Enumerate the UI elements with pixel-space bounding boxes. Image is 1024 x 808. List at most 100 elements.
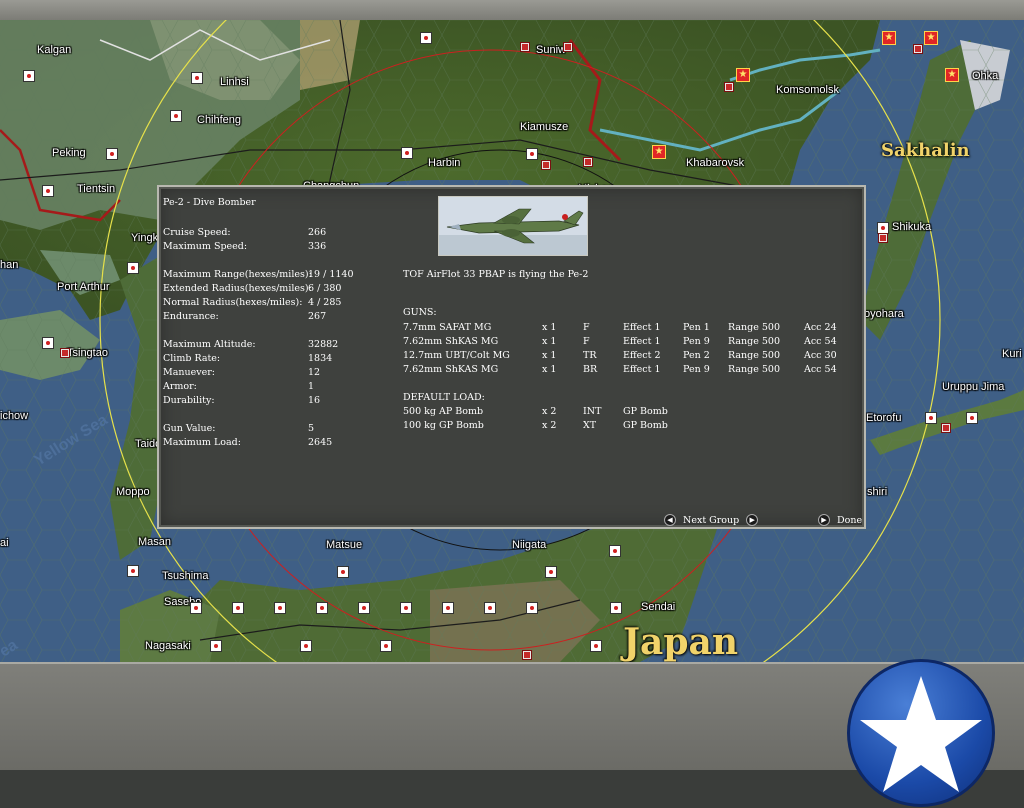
gun-range: Range 500 xyxy=(728,322,781,333)
japan-base-icon[interactable] xyxy=(610,602,622,614)
japan-base-icon[interactable] xyxy=(590,640,602,652)
japan-base-icon[interactable] xyxy=(274,602,286,614)
city-label[interactable]: shiri xyxy=(867,486,887,498)
japan-base-icon[interactable] xyxy=(420,32,432,44)
gun-qty: x 1 xyxy=(542,322,557,333)
japan-base-icon[interactable] xyxy=(127,565,139,577)
next-group-button[interactable]: ◀ Next Group ▶ xyxy=(664,514,759,526)
city-label[interactable]: Moppo xyxy=(116,486,150,498)
stat-label: Maximum Load: xyxy=(163,437,241,448)
japan-base-icon[interactable] xyxy=(526,602,538,614)
city-label[interactable]: Etorofu xyxy=(866,412,901,424)
japan-base-icon[interactable] xyxy=(210,640,222,652)
city-label[interactable]: Yingk xyxy=(131,232,158,244)
japan-base-icon[interactable] xyxy=(191,72,203,84)
soviet-base-icon[interactable] xyxy=(541,160,551,170)
gun-facing: F xyxy=(583,336,590,347)
soviet-hq-star-icon[interactable]: ★ xyxy=(924,31,938,45)
default-load-header: DEFAULT LOAD: xyxy=(403,392,485,403)
soviet-base-icon[interactable] xyxy=(563,42,573,52)
soviet-base-icon[interactable] xyxy=(878,233,888,243)
japan-base-icon[interactable] xyxy=(966,412,978,424)
arrow-right-icon: ▶ xyxy=(818,514,830,526)
stat-value: 19 / 1140 xyxy=(308,269,354,280)
load-name: 100 kg GP Bomb xyxy=(403,420,484,431)
city-label[interactable]: Tsingtao xyxy=(67,347,108,359)
gun-qty: x 1 xyxy=(542,364,557,375)
soviet-hq-star-icon[interactable]: ★ xyxy=(882,31,896,45)
japan-base-icon[interactable] xyxy=(380,640,392,652)
soviet-base-icon[interactable] xyxy=(60,348,70,358)
city-label[interactable]: han xyxy=(0,259,18,271)
japan-base-icon[interactable] xyxy=(232,602,244,614)
japan-base-icon[interactable] xyxy=(170,110,182,122)
city-label[interactable]: Harbin xyxy=(428,157,460,169)
load-name: 500 kg AP Bomb xyxy=(403,406,484,417)
soviet-base-icon[interactable] xyxy=(520,42,530,52)
soviet-base-icon[interactable] xyxy=(522,650,532,660)
city-label[interactable]: ai xyxy=(0,537,9,549)
gun-qty: x 1 xyxy=(542,336,557,347)
city-label[interactable]: Tsushima xyxy=(162,570,208,582)
japan-base-icon[interactable] xyxy=(316,602,328,614)
soviet-hq-star-icon[interactable]: ★ xyxy=(652,145,666,159)
load-type: GP Bomb xyxy=(623,406,668,417)
aircraft-info-panel: Pe-2 - Dive Bomber Cruise Speed: 266 Maxim… xyxy=(157,185,866,529)
city-label[interactable]: ichow xyxy=(0,410,28,422)
japan-base-icon[interactable] xyxy=(401,147,413,159)
city-label[interactable]: Matsue xyxy=(326,539,362,551)
japan-base-icon[interactable] xyxy=(526,148,538,160)
city-label[interactable]: Niigata xyxy=(512,539,546,551)
city-label[interactable]: Suniw xyxy=(536,44,566,56)
japan-base-icon[interactable] xyxy=(442,602,454,614)
stat-value: 5 xyxy=(308,423,315,434)
city-label[interactable]: Khabarovsk xyxy=(686,157,744,169)
city-label[interactable]: Linhsi xyxy=(220,76,249,88)
japan-base-icon[interactable] xyxy=(190,602,202,614)
gun-acc: Acc 54 xyxy=(804,336,837,347)
city-label[interactable]: Chihfeng xyxy=(197,114,241,126)
japan-base-icon[interactable] xyxy=(337,566,349,578)
done-button[interactable]: ▶ Done xyxy=(818,514,862,526)
japan-base-icon[interactable] xyxy=(484,602,496,614)
soviet-hq-star-icon[interactable]: ★ xyxy=(736,68,750,82)
japan-base-icon[interactable] xyxy=(609,545,621,557)
city-label[interactable]: Kalgan xyxy=(37,44,71,56)
city-label[interactable]: Kuri xyxy=(1002,348,1022,360)
arrow-left-icon[interactable]: ◀ xyxy=(664,514,676,526)
us-star-emblem-icon[interactable] xyxy=(847,659,995,807)
soviet-base-icon[interactable] xyxy=(941,423,951,433)
soviet-base-icon[interactable] xyxy=(913,44,923,54)
japan-base-icon[interactable] xyxy=(300,640,312,652)
city-label[interactable]: Nagasaki xyxy=(145,640,191,652)
city-label[interactable]: Shikuka xyxy=(892,221,931,233)
japan-base-icon[interactable] xyxy=(42,337,54,349)
city-label[interactable]: Peking xyxy=(52,147,86,159)
japan-base-icon[interactable] xyxy=(925,412,937,424)
soviet-base-icon[interactable] xyxy=(724,82,734,92)
japan-base-icon[interactable] xyxy=(127,262,139,274)
japan-base-icon[interactable] xyxy=(400,602,412,614)
soviet-base-icon[interactable] xyxy=(583,157,593,167)
japan-base-icon[interactable] xyxy=(545,566,557,578)
city-label[interactable]: Port Arthur xyxy=(57,281,110,293)
stat-label: Maximum Range(hexes/miles): xyxy=(163,269,312,280)
japan-base-icon[interactable] xyxy=(106,148,118,160)
soviet-hq-star-icon[interactable]: ★ xyxy=(945,68,959,82)
city-label[interactable]: Ohka xyxy=(972,70,998,82)
city-label[interactable]: Masan xyxy=(138,536,171,548)
stat-value: 12 xyxy=(308,367,321,378)
load-facing: INT xyxy=(583,406,602,417)
city-label[interactable]: Uruppu Jima xyxy=(942,381,1004,393)
load-type: GP Bomb xyxy=(623,420,668,431)
arrow-right-icon[interactable]: ▶ xyxy=(746,514,759,526)
city-label[interactable]: oyohara xyxy=(864,308,904,320)
city-label[interactable]: Komsomolsk xyxy=(776,84,839,96)
japan-base-icon[interactable] xyxy=(42,185,54,197)
japan-base-icon[interactable] xyxy=(358,602,370,614)
stat-label: Cruise Speed: xyxy=(163,227,231,238)
city-label[interactable]: Tientsin xyxy=(77,183,115,195)
city-label[interactable]: Kiamusze xyxy=(520,121,568,133)
city-label[interactable]: Sendai xyxy=(641,601,675,613)
japan-base-icon[interactable] xyxy=(23,70,35,82)
